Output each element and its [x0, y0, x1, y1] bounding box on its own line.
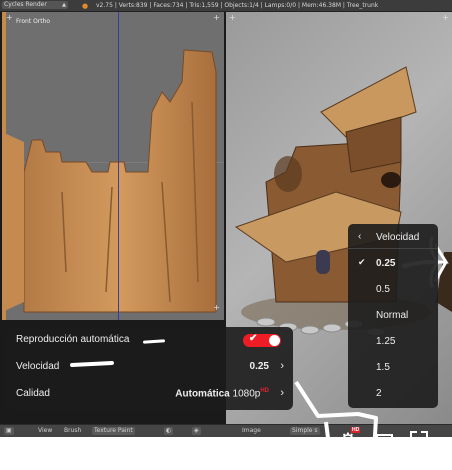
fullscreen-icon[interactable] — [410, 431, 428, 447]
fullscreen-corner — [410, 431, 417, 438]
check-icon: ✔ — [358, 257, 366, 267]
speed-value: 0.25 — [249, 361, 269, 372]
mode-select-texture-paint[interactable]: Texture Paint — [92, 427, 135, 435]
viewport-front-ortho[interactable]: + + + Front Ortho — [2, 12, 224, 320]
speed-option-0.5[interactable]: 0.5 — [376, 284, 390, 295]
hd-badge: HD — [260, 388, 269, 394]
fullscreen-corner — [421, 431, 428, 438]
render-engine-value: Cycles Render — [4, 1, 47, 8]
quality-resolution: 1080p — [232, 388, 261, 400]
theater-mode-icon[interactable] — [376, 434, 393, 445]
fullscreen-corner — [421, 440, 428, 447]
speed-submenu-title: Velocidad — [376, 232, 420, 243]
mode-icon[interactable]: ▣ — [4, 427, 14, 435]
quality-row[interactable]: Calidad Automática 1080pHD › — [6, 381, 293, 407]
viewport-split-icon[interactable]: + — [442, 13, 449, 22]
chevron-down-icon: ▲ — [62, 2, 66, 8]
z-axis-line — [118, 12, 119, 320]
pivot-icon[interactable]: ◈ — [192, 427, 201, 435]
menu-brush[interactable]: Brush — [62, 427, 83, 435]
speed-label: Velocidad — [16, 361, 60, 372]
chevron-right-icon: › — [280, 360, 284, 372]
hd-badge: HD — [351, 427, 361, 433]
quality-mode: Automática — [175, 388, 230, 400]
player-controls: ⚙ HD — [322, 424, 452, 454]
shading-icon[interactable]: ◐ — [164, 427, 174, 435]
viewport-split-icon[interactable]: + — [213, 13, 220, 22]
speed-option-1.25[interactable]: 1.25 — [376, 336, 395, 347]
speed-submenu: ‹ Velocidad ✔ 0.25 0.5 Normal 1.25 1.5 2 — [348, 224, 438, 408]
speed-submenu-header[interactable]: ‹ Velocidad — [348, 228, 438, 249]
autoplay-label: Reproducción automática — [16, 334, 130, 345]
brush-preset-select[interactable]: Simple s — [290, 427, 320, 435]
speed-option-2[interactable]: 2 — [376, 388, 382, 399]
chevron-left-icon[interactable]: ‹ — [358, 231, 361, 242]
menu-image[interactable]: Image — [240, 427, 263, 435]
render-engine-select[interactable]: Cycles Render ▲ — [2, 1, 68, 9]
scene-stats: v2.75 | Verts:839 | Faces:734 | Tris:1,5… — [96, 2, 379, 9]
check-icon: ✔ — [249, 333, 258, 344]
menu-view[interactable]: View — [36, 427, 54, 435]
tree-trunk-model — [2, 49, 217, 313]
view-name-label: Front Ortho — [16, 18, 51, 25]
quality-label: Calidad — [16, 388, 50, 399]
toggle-knob — [269, 335, 280, 346]
speed-option-0.25[interactable]: 0.25 — [376, 258, 395, 269]
autoplay-toggle[interactable]: ✔ — [243, 333, 281, 347]
blender-logo-icon: ● — [82, 2, 89, 10]
chevron-right-icon: › — [280, 387, 284, 399]
speed-option-1.5[interactable]: 1.5 — [376, 362, 390, 373]
speed-row[interactable]: Velocidad 0.25 › — [6, 354, 293, 380]
speed-option-normal[interactable]: Normal — [376, 310, 408, 321]
viewport-split-icon[interactable]: + — [213, 303, 220, 312]
blender-info-bar: Cycles Render ▲ ● v2.75 | Verts:839 | Fa… — [0, 0, 452, 12]
viewport-split-icon[interactable]: + — [229, 13, 236, 22]
fullscreen-corner — [410, 440, 417, 447]
viewport-split-icon[interactable]: + — [6, 13, 13, 22]
quality-value: Automática 1080pHD — [175, 388, 269, 399]
